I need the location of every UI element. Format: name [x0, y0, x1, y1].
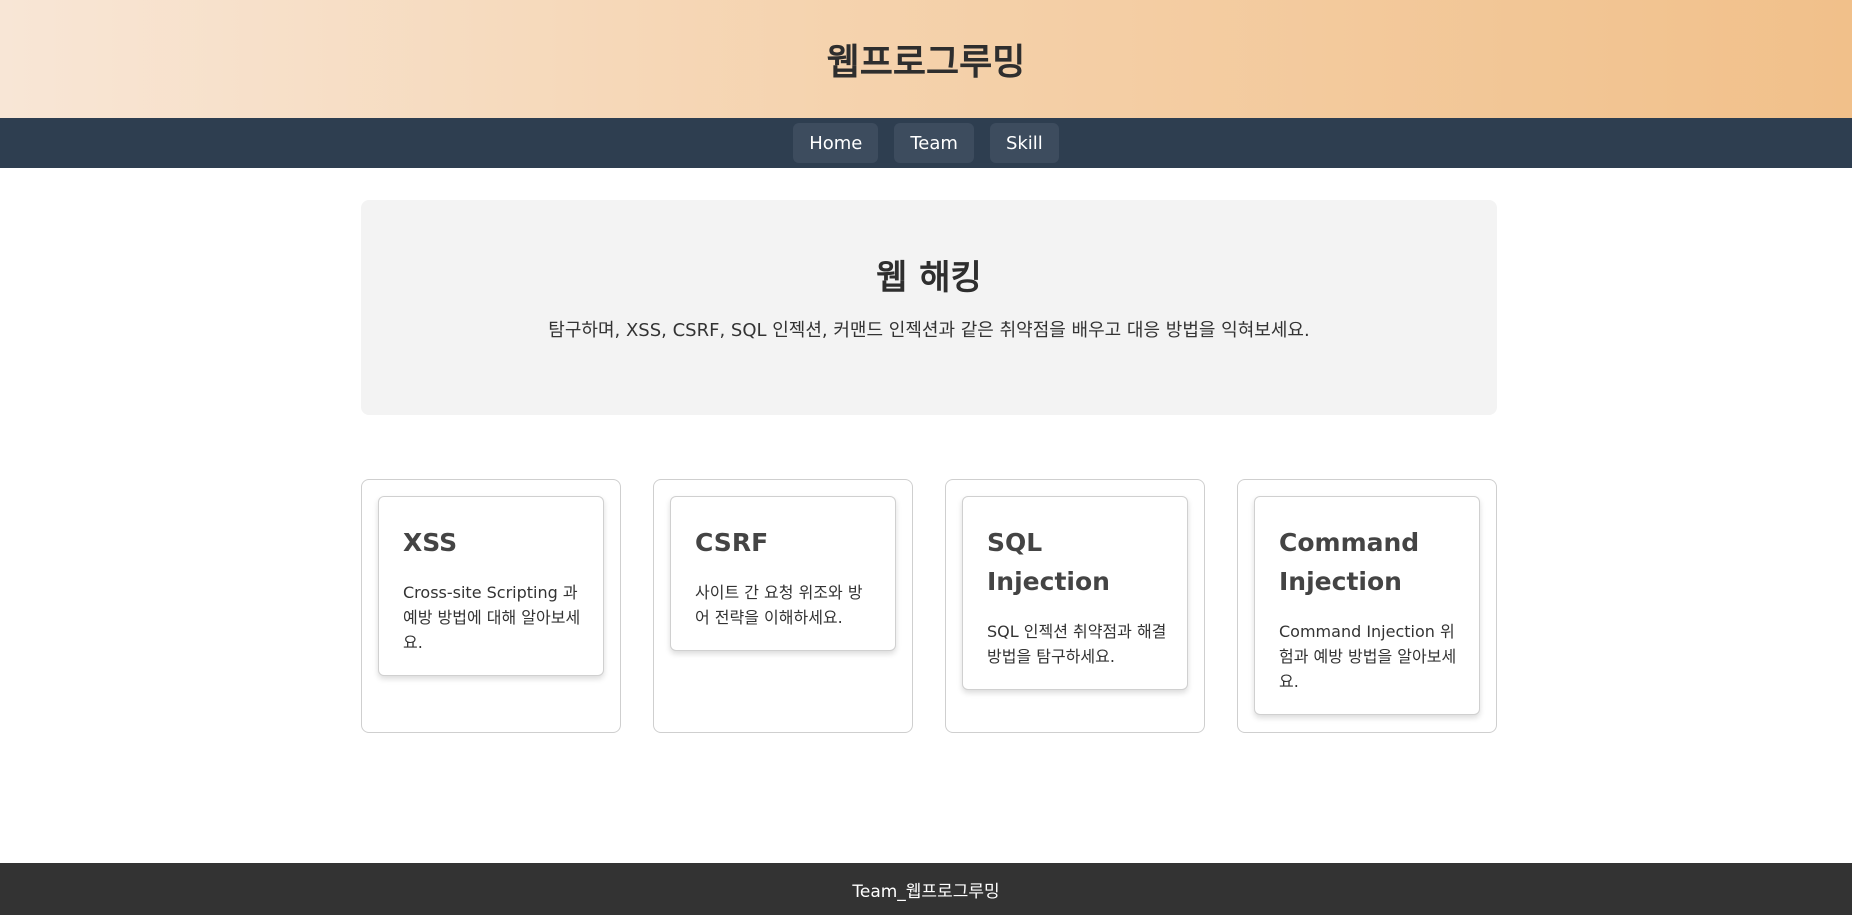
- site-title: 웹프로그루밍: [826, 42, 1026, 83]
- card-title: XSS: [403, 528, 458, 557]
- nav-skill-button[interactable]: Skill: [989, 123, 1059, 163]
- card-title: SQL Injection: [987, 528, 1110, 596]
- card-sql-injection-inner: SQL Injection SQL 인젝션 취약점과 해결 방법을 탐구하세요.: [962, 496, 1188, 690]
- card-command-injection: Command Injection Command Injection 위험과 …: [1237, 479, 1497, 733]
- card-xss-inner: XSS Cross-site Scripting 과 예방 방법에 대해 알아보…: [378, 496, 604, 676]
- site-footer: Team_웹프로그루밍: [0, 863, 1852, 915]
- card-csrf-inner: CSRF 사이트 간 요청 위조와 방어 전략을 이해하세요.: [670, 496, 896, 651]
- card-description: Cross-site Scripting 과 예방 방법에 대해 알아보세요.: [403, 583, 581, 652]
- card-title: Command Injection: [1279, 528, 1420, 596]
- site-header: 웹프로그루밍: [0, 0, 1852, 118]
- hero-section: 웹 해킹 탐구하며, XSS, CSRF, SQL 인젝션, 커맨드 인젝션과 …: [361, 200, 1497, 415]
- topic-card-row: XSS Cross-site Scripting 과 예방 방법에 대해 알아보…: [361, 479, 1497, 733]
- card-title: CSRF: [695, 528, 769, 557]
- card-sql-injection: SQL Injection SQL 인젝션 취약점과 해결 방법을 탐구하세요.: [945, 479, 1205, 733]
- footer-text: Team_웹프로그루밍: [852, 881, 1000, 902]
- hero-description: 탐구하며, XSS, CSRF, SQL 인젝션, 커맨드 인젝션과 같은 취약…: [548, 320, 1310, 341]
- nav-home-button[interactable]: Home: [793, 123, 879, 163]
- card-description: 사이트 간 요청 위조와 방어 전략을 이해하세요.: [695, 583, 863, 627]
- main-nav: Home Team Skill: [0, 118, 1852, 168]
- card-xss: XSS Cross-site Scripting 과 예방 방법에 대해 알아보…: [361, 479, 621, 733]
- hero-title: 웹 해킹: [876, 258, 982, 298]
- card-command-injection-inner: Command Injection Command Injection 위험과 …: [1254, 496, 1480, 715]
- card-description: Command Injection 위험과 예방 방법을 알아보세요.: [1279, 622, 1457, 691]
- nav-team-button[interactable]: Team: [894, 123, 974, 163]
- card-csrf: CSRF 사이트 간 요청 위조와 방어 전략을 이해하세요.: [653, 479, 913, 733]
- card-description: SQL 인젝션 취약점과 해결 방법을 탐구하세요.: [987, 622, 1167, 666]
